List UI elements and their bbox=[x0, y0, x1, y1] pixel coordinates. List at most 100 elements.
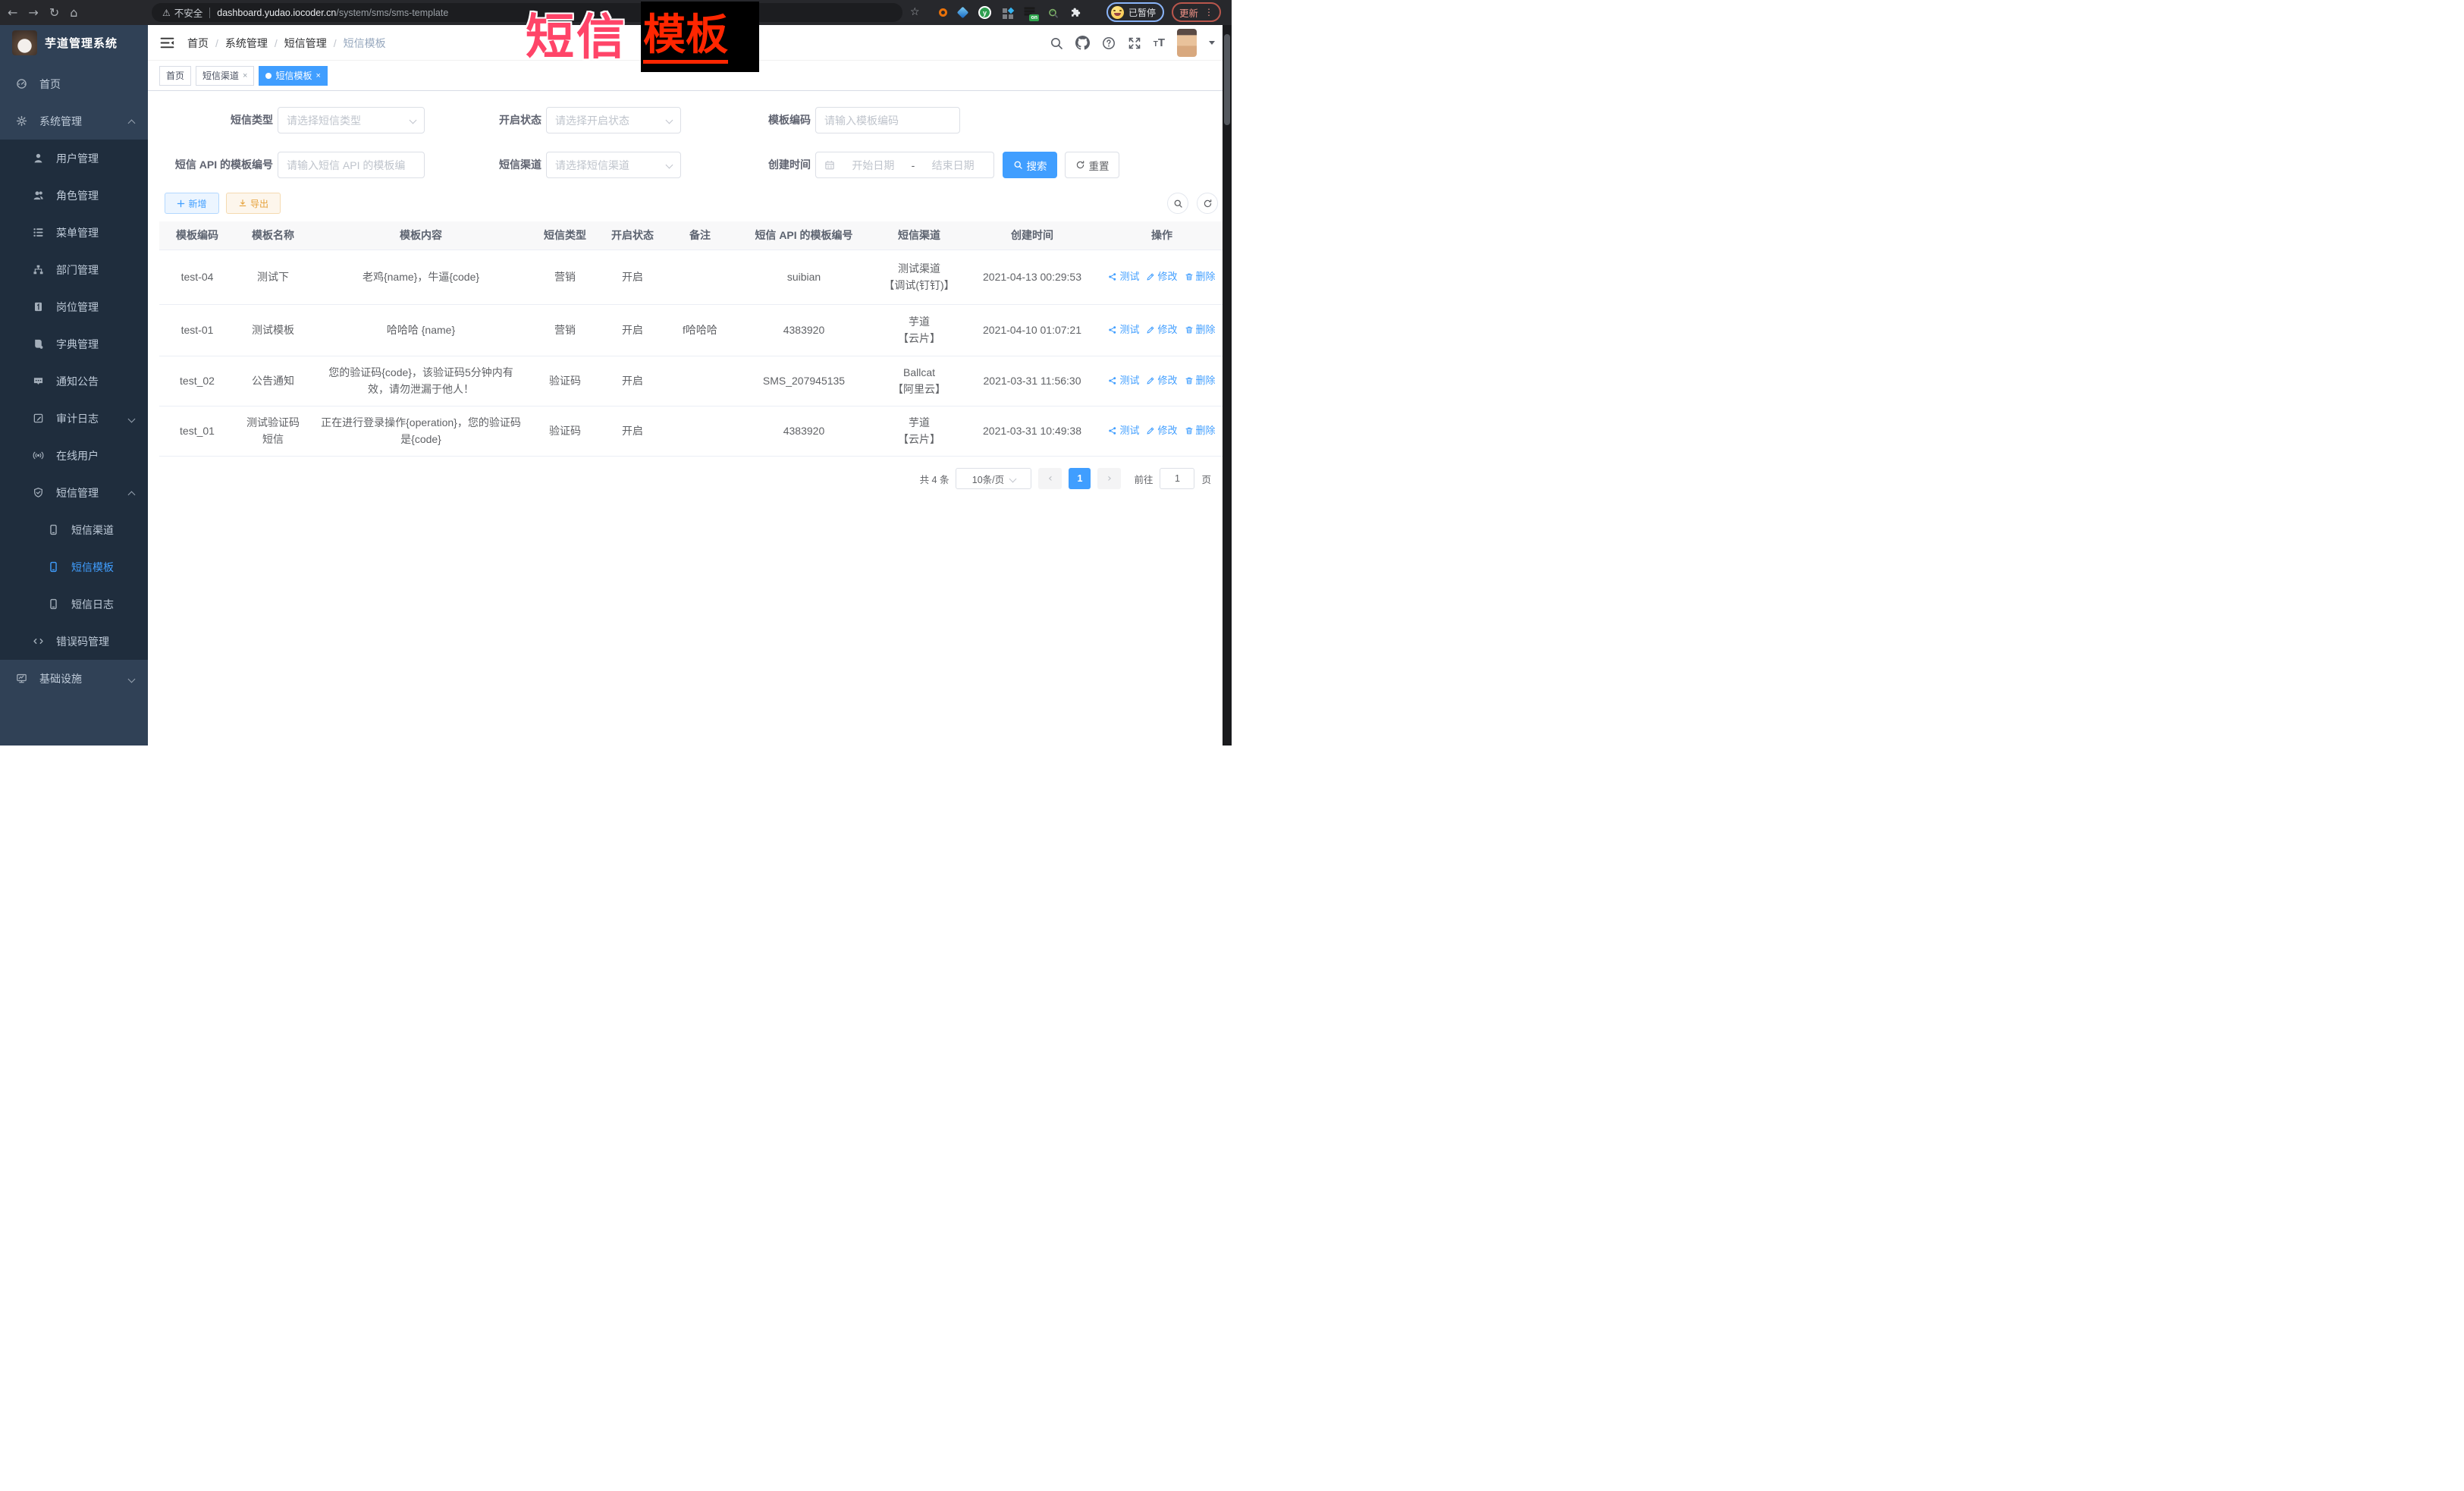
browser-profile-chip[interactable]: 已暂停 bbox=[1106, 2, 1164, 22]
test-link[interactable]: 测试 bbox=[1108, 322, 1139, 337]
sidebar-item-positions[interactable]: 岗位管理 bbox=[0, 288, 148, 325]
refresh-table-button[interactable] bbox=[1197, 193, 1218, 214]
sidebar-item-sms-management[interactable]: 短信管理 bbox=[0, 474, 148, 511]
cell-api-id: SMS_207945135 bbox=[734, 373, 874, 390]
page-1-button[interactable]: 1 bbox=[1069, 468, 1091, 489]
org-tree-icon bbox=[32, 264, 44, 275]
delete-link[interactable]: 删除 bbox=[1185, 269, 1216, 284]
font-size-icon[interactable]: TT bbox=[1154, 36, 1165, 49]
edit-link[interactable]: 修改 bbox=[1146, 269, 1177, 284]
users-icon bbox=[32, 190, 44, 201]
filter-label-api-template-id: 短信 API 的模板编号 bbox=[148, 152, 273, 178]
tab-close-icon[interactable]: × bbox=[243, 71, 247, 80]
add-button[interactable]: 新增 bbox=[165, 193, 219, 214]
tab-sms-channel[interactable]: 短信渠道 × bbox=[196, 66, 254, 86]
not-secure-label[interactable]: 不安全 bbox=[174, 5, 203, 20]
extension-search-leaf-icon[interactable] bbox=[1048, 8, 1059, 18]
sidebar-item-audit-log[interactable]: 审计日志 bbox=[0, 400, 148, 437]
cell-status: 开启 bbox=[599, 373, 666, 390]
extension-y-icon[interactable]: y bbox=[978, 6, 991, 19]
sidebar-item-home[interactable]: 首页 bbox=[0, 65, 148, 102]
sidebar-item-system[interactable]: 系统管理 bbox=[0, 102, 148, 140]
sidebar-item-notices[interactable]: 通知公告 bbox=[0, 363, 148, 400]
page-size-select[interactable]: 10条/页 bbox=[956, 468, 1031, 489]
tab-sms-template[interactable]: 短信模板 × bbox=[259, 66, 327, 86]
sidebar-item-online-users[interactable]: 在线用户 bbox=[0, 437, 148, 474]
browser-menu-icon[interactable]: ⋮ bbox=[1204, 7, 1213, 17]
template-code-input[interactable]: 请输入模板编码 bbox=[815, 107, 960, 133]
tab-close-icon[interactable]: × bbox=[315, 71, 320, 80]
prev-page-button[interactable]: ‹ bbox=[1038, 468, 1062, 489]
browser-update-button[interactable]: 更新 ⋮ bbox=[1172, 2, 1221, 22]
table-row: test_01 测试验证码短信 正在进行登录操作{operation}，您的验证… bbox=[159, 406, 1224, 457]
sidebar-item-error-codes[interactable]: 错误码管理 bbox=[0, 623, 148, 660]
fullscreen-icon[interactable] bbox=[1128, 36, 1141, 50]
sidebar-item-sms-template[interactable]: 短信模板 bbox=[0, 548, 148, 585]
breadcrumb-sms[interactable]: 短信管理 bbox=[284, 36, 344, 51]
cell-code: test_01 bbox=[159, 423, 235, 440]
browser-reload-button[interactable]: ↻ bbox=[49, 5, 59, 20]
sidebar-item-departments[interactable]: 部门管理 bbox=[0, 251, 148, 288]
tab-home[interactable]: 首页 bbox=[159, 66, 191, 86]
sidebar-item-infrastructure[interactable]: 基础设施 bbox=[0, 660, 148, 697]
breadcrumb-home[interactable]: 首页 bbox=[187, 36, 225, 51]
test-link[interactable]: 测试 bbox=[1108, 373, 1139, 388]
col-header-status: 开启状态 bbox=[599, 228, 666, 244]
cell-name: 测试下 bbox=[235, 269, 311, 286]
help-icon[interactable] bbox=[1102, 36, 1116, 50]
reset-button[interactable]: 重置 bbox=[1065, 152, 1119, 178]
sidebar-item-roles[interactable]: 角色管理 bbox=[0, 177, 148, 214]
extensions-puzzle-icon[interactable] bbox=[1070, 7, 1081, 18]
sidebar-item-menus[interactable]: 菜单管理 bbox=[0, 214, 148, 251]
show-search-toggle-button[interactable] bbox=[1167, 193, 1188, 214]
edit-link[interactable]: 修改 bbox=[1146, 423, 1177, 438]
sidebar-item-sms-log[interactable]: 短信日志 bbox=[0, 585, 148, 623]
test-link[interactable]: 测试 bbox=[1108, 423, 1139, 438]
filter-label-sms-type: 短信类型 bbox=[148, 107, 273, 133]
edit-link[interactable]: 修改 bbox=[1146, 322, 1177, 337]
export-button[interactable]: 导出 bbox=[226, 193, 281, 214]
window-scrollbar[interactable] bbox=[1223, 25, 1232, 746]
sidebar-item-sms-channel[interactable]: 短信渠道 bbox=[0, 511, 148, 548]
extension-orange-ring-icon[interactable] bbox=[939, 8, 947, 17]
extension-list-on-icon[interactable]: on bbox=[1025, 7, 1037, 19]
cell-channel: 芋道【云片】 bbox=[874, 415, 965, 447]
delete-link[interactable]: 删除 bbox=[1185, 373, 1216, 388]
browser-forward-button[interactable]: → bbox=[28, 5, 38, 20]
breadcrumb-system[interactable]: 系统管理 bbox=[225, 36, 284, 51]
browser-back-button[interactable]: ← bbox=[8, 5, 17, 20]
cell-status: 开启 bbox=[599, 269, 666, 286]
sidebar-fold-icon[interactable] bbox=[160, 36, 174, 49]
col-header-code: 模板编码 bbox=[159, 228, 235, 244]
github-icon[interactable] bbox=[1075, 36, 1090, 50]
phone-icon bbox=[47, 524, 59, 535]
app-logo-image bbox=[12, 30, 37, 55]
browser-home-button[interactable]: ⌂ bbox=[70, 5, 77, 20]
test-link[interactable]: 测试 bbox=[1108, 269, 1139, 284]
edit-link[interactable]: 修改 bbox=[1146, 373, 1177, 388]
sidebar-item-users[interactable]: 用户管理 bbox=[0, 140, 148, 177]
sidebar-item-dictionary[interactable]: 字典管理 bbox=[0, 325, 148, 363]
sidebar-item-label: 短信模板 bbox=[71, 560, 114, 575]
channel-select[interactable]: 请选择短信渠道 bbox=[546, 152, 681, 178]
header-search-icon[interactable] bbox=[1050, 36, 1063, 50]
next-page-button[interactable]: › bbox=[1097, 468, 1121, 489]
cell-status: 开启 bbox=[599, 322, 666, 339]
api-template-id-input[interactable]: 请输入短信 API 的模板编 bbox=[278, 152, 425, 178]
extension-blue-gem-icon[interactable] bbox=[957, 7, 969, 19]
search-button[interactable]: 搜索 bbox=[1003, 152, 1057, 178]
chevron-down-icon bbox=[666, 162, 673, 169]
scrollbar-thumb[interactable] bbox=[1224, 34, 1230, 125]
profile-avatar bbox=[1111, 6, 1124, 19]
user-avatar[interactable] bbox=[1177, 29, 1197, 57]
app-logo[interactable]: 芋道管理系统 bbox=[0, 25, 148, 60]
sms-type-select[interactable]: 请选择短信类型 bbox=[278, 107, 425, 133]
goto-page-input[interactable]: 1 bbox=[1160, 468, 1194, 489]
bookmark-star-icon[interactable]: ☆ bbox=[910, 6, 920, 18]
delete-link[interactable]: 删除 bbox=[1185, 423, 1216, 438]
extension-grid-icon[interactable] bbox=[1003, 8, 1013, 18]
avatar-caret-down-icon[interactable] bbox=[1209, 41, 1215, 45]
create-time-daterange[interactable]: 开始日期 - 结束日期 bbox=[815, 152, 994, 178]
status-select[interactable]: 请选择开启状态 bbox=[546, 107, 681, 133]
delete-link[interactable]: 删除 bbox=[1185, 322, 1216, 337]
